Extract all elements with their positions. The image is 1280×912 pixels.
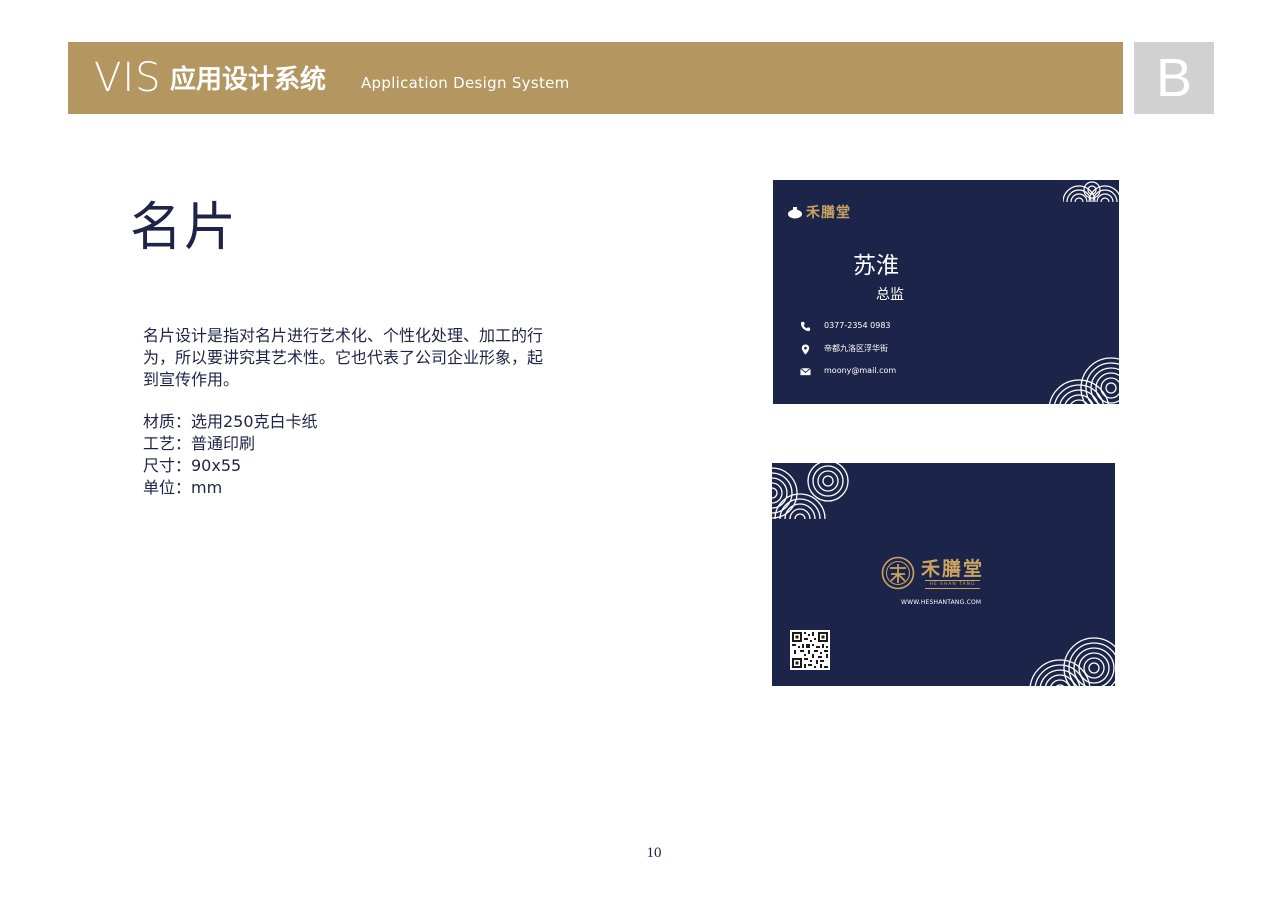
wave-pattern-bottom-right: [1029, 637, 1115, 686]
wave-pattern-bottom-right: [1048, 357, 1119, 404]
vis-label: VIS: [94, 55, 162, 101]
front-brand-name: 禾膳堂: [806, 205, 851, 221]
qr-code: [790, 630, 830, 670]
page-heading: 名片: [130, 198, 239, 258]
business-card-back: 禾膳堂 HE SHAN TANG WWW.HESHANTANG.COM: [772, 463, 1115, 686]
spec-material: 材质：选用250克白卡纸: [143, 412, 318, 431]
contact-email-text: moony@mail.com: [824, 366, 897, 375]
brand-emblem-icon: [881, 556, 915, 590]
wave-pattern-top-right: [1063, 181, 1119, 202]
section-badge: B: [1134, 42, 1214, 114]
phone-icon: [800, 321, 811, 331]
back-brand-name-en: HE SHAN TANG: [925, 579, 980, 589]
wave-pattern-top-left: [772, 463, 849, 519]
description-text: 名片设计是指对名片进行艺术化、个性化处理、加工的行为，所以要讲究其艺术性。它也代…: [143, 326, 544, 389]
header-title-cn: 应用设计系统: [170, 65, 327, 95]
contact-address: 帝都九洛区浮华街: [800, 343, 888, 355]
card-person-name: 苏淮: [853, 253, 899, 279]
spec-size: 尺寸：90x55: [143, 456, 242, 475]
contact-phone-text: 0377-2354 0983: [824, 321, 891, 330]
back-brand-name: 禾膳堂: [921, 557, 985, 580]
mail-icon: [800, 367, 811, 375]
back-brand-logo: 禾膳堂 HE SHAN TANG: [881, 556, 984, 590]
pot-icon: [788, 207, 802, 219]
contact-phone: 0377-2354 0983: [800, 320, 891, 332]
spec-process: 工艺：普通印刷: [143, 434, 256, 453]
page-number: 10: [646, 845, 662, 861]
front-brand-logo: 禾膳堂: [787, 202, 851, 222]
contact-email: moony@mail.com: [800, 365, 896, 377]
header-banner: VIS 应用设计系统 Application Design System: [68, 42, 1123, 114]
brand-website-url: WWW.HESHANTANG.COM: [901, 599, 982, 606]
spec-list: 材质：选用250克白卡纸 工艺：普通印刷 尺寸：90x55 单位：mm: [143, 411, 318, 499]
spec-unit: 单位：mm: [143, 478, 223, 497]
header-title-en: Application Design System: [361, 74, 570, 92]
contact-address-text: 帝都九洛区浮华街: [824, 344, 888, 353]
business-card-front: 禾膳堂 苏淮 总监 0377-2354 0983 帝都九洛区浮华街 moony@…: [773, 180, 1119, 404]
location-pin-icon: [801, 343, 810, 355]
card-person-title: 总监: [876, 287, 904, 303]
